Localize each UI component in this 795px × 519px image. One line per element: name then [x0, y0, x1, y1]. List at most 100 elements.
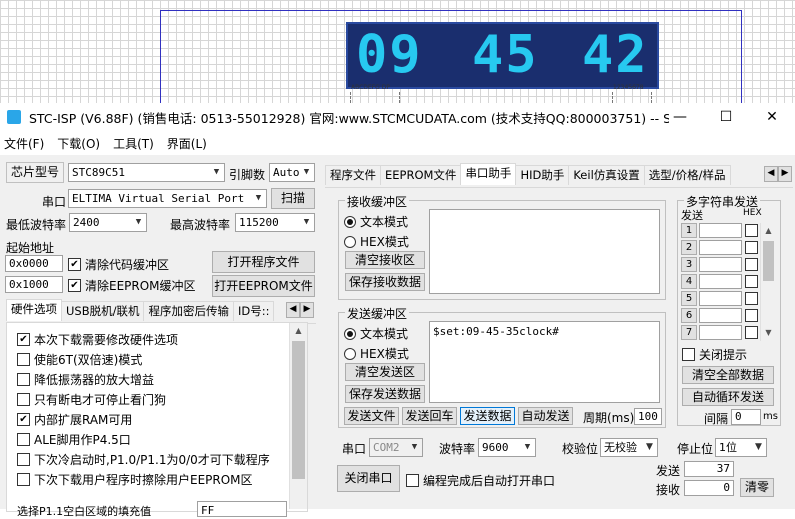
auto-send-button[interactable]: 自动发送 [518, 407, 573, 425]
parity-select[interactable]: 无校验 ▼ [600, 438, 658, 457]
left-tab-strip: 硬件选项 USB脱机/联机 程序加密后传输 ID号:: [6, 299, 316, 324]
tab-hardware-options[interactable]: 硬件选项 [6, 299, 62, 321]
clear-send-button[interactable]: 清空发送区 [345, 363, 425, 381]
multi-send-row-button[interactable]: 4 [681, 274, 697, 289]
multi-send-hex-checkbox[interactable] [745, 275, 758, 288]
menu-tools[interactable]: 工具(T) [113, 135, 154, 152]
tab-hid-assistant[interactable]: HID助手 [515, 165, 570, 185]
multi-send-row-button[interactable]: 5 [681, 291, 697, 306]
auto-open-port-checkbox[interactable]: 编程完成后自动打开串口 [406, 472, 555, 489]
send-data-button[interactable]: 发送数据 [460, 407, 515, 425]
hardware-option-checkbox[interactable]: 只有断电才可停止看门狗 [17, 391, 166, 408]
code-address-input[interactable]: 0x0000 [5, 255, 63, 272]
tab-scroll-left-icon[interactable]: ◀ [286, 302, 300, 318]
scroll-up-icon[interactable]: ▲ [290, 323, 307, 339]
fill-value-select[interactable]: FF [197, 501, 287, 517]
close-hint-label: 关闭提示 [699, 348, 748, 362]
maximize-button[interactable]: ☐ [703, 103, 749, 131]
reset-counter-button[interactable]: 清零 [740, 478, 774, 497]
scroll-up-icon[interactable]: ▲ [761, 223, 776, 239]
min-baud-select[interactable]: 2400 ▼ [69, 213, 147, 232]
right-tab-scroll-left-icon[interactable]: ◀ [764, 166, 778, 182]
multi-send-row-input[interactable] [699, 291, 742, 306]
eeprom-address-input[interactable]: 0x1000 [5, 276, 63, 293]
tab-usb-offline[interactable]: USB脱机/联机 [61, 301, 145, 321]
multi-send-row-button[interactable]: 1 [681, 223, 697, 238]
menu-interface[interactable]: 界面(L) [167, 135, 207, 152]
multi-send-hex-checkbox[interactable] [745, 224, 758, 237]
multi-send-hex-checkbox[interactable] [745, 309, 758, 322]
multi-send-hex-checkbox[interactable] [745, 241, 758, 254]
menu-file[interactable]: 文件(F) [4, 135, 44, 152]
multi-send-row-button[interactable]: 7 [681, 325, 697, 340]
clear-all-data-button[interactable]: 清空全部数据 [682, 366, 774, 384]
clear-code-buffer-checkbox[interactable]: ✔ 清除代码缓冲区 [68, 256, 169, 273]
multi-send-row-input[interactable] [699, 274, 742, 289]
tab-serial-assistant[interactable]: 串口助手 [460, 163, 517, 185]
hardware-option-checkbox[interactable]: ✔ 本次下载需要修改硬件选项 [17, 331, 178, 348]
multi-send-row-button[interactable]: 2 [681, 240, 697, 255]
title-bar[interactable]: STC-ISP (V6.88F) (销售电话: 0513-55012928) 官… [0, 103, 795, 131]
right-tab-scroll-right-icon[interactable]: ▶ [778, 166, 792, 182]
multi-send-row-button[interactable]: 6 [681, 308, 697, 323]
send-enter-button[interactable]: 发送回车 [402, 407, 457, 425]
multi-send-row-input[interactable] [699, 223, 742, 238]
close-button[interactable]: ✕ [749, 103, 795, 131]
auto-loop-send-button[interactable]: 自动循环发送 [682, 388, 774, 406]
baud-rate-select[interactable]: 9600 ▼ [478, 438, 536, 457]
tab-selection-price[interactable]: 选型/价格/样品 [643, 165, 731, 185]
hardware-option-checkbox[interactable]: 降低振荡器的放大增益 [17, 371, 154, 388]
minimize-button[interactable]: — [657, 103, 703, 131]
tab-keil-settings[interactable]: Keil仿真设置 [568, 165, 645, 185]
menu-download[interactable]: 下载(O) [57, 135, 100, 152]
max-baud-select[interactable]: 115200 ▼ [235, 213, 315, 232]
stop-bits-select[interactable]: 1位 ▼ [715, 438, 767, 457]
pin-count-select[interactable]: Auto ▼ [269, 163, 315, 182]
multi-send-hex-checkbox[interactable] [745, 258, 758, 271]
receive-text-mode-radio[interactable]: 文本模式 [344, 213, 408, 230]
hardware-option-checkbox[interactable]: 使能6T(双倍速)模式 [17, 351, 142, 368]
tab-id-number[interactable]: ID号:: [232, 301, 275, 321]
serial-port-select[interactable]: ELTIMA Virtual Serial Port (C(▼ [68, 189, 267, 208]
tab-scroll-right-icon[interactable]: ▶ [300, 302, 314, 318]
hardware-option-checkbox[interactable]: 下次下载用户程序时擦除用户EEPROM区 [17, 471, 253, 488]
receive-text-area[interactable] [429, 209, 660, 294]
chip-type-select[interactable]: STC89C51 ▼ [68, 163, 225, 182]
multi-string-scrollbar[interactable]: ▲ ▼ [760, 223, 776, 341]
period-label: 周期(ms) [583, 411, 635, 425]
hardware-option-checkbox[interactable]: ✔ 内部扩展RAM可用 [17, 411, 132, 428]
hardware-option-checkbox[interactable]: ALE脚用作P4.5口 [17, 431, 131, 448]
close-hint-checkbox[interactable]: 关闭提示 [682, 346, 747, 363]
scan-button[interactable]: 扫描 [271, 188, 315, 209]
receive-hex-mode-radio[interactable]: HEX模式 [344, 233, 409, 250]
save-receive-button[interactable]: 保存接收数据 [345, 273, 425, 291]
clear-receive-button[interactable]: 清空接收区 [345, 251, 425, 269]
send-text-area[interactable]: $set:09-45-35clock# [429, 321, 660, 403]
save-send-button[interactable]: 保存发送数据 [345, 385, 425, 403]
send-hex-mode-radio[interactable]: HEX模式 [344, 345, 409, 362]
com-port-select[interactable]: COM2 ▼ [369, 438, 423, 457]
scrollbar-thumb[interactable] [763, 241, 774, 281]
period-input[interactable]: 100 [634, 408, 662, 425]
send-text-mode-radio[interactable]: 文本模式 [344, 325, 408, 342]
multi-send-row-input[interactable] [699, 257, 742, 272]
close-serial-port-button[interactable]: 关闭串口 [337, 465, 400, 492]
clear-eeprom-buffer-checkbox[interactable]: ✔ 清除EEPROM缓冲区 [68, 277, 196, 294]
tab-eeprom-file[interactable]: EEPROM文件 [380, 165, 462, 185]
hardware-option-checkbox[interactable]: 下次冷启动时,P1.0/P1.1为0/0才可下载程序 [17, 451, 270, 468]
multi-send-row-input[interactable] [699, 308, 742, 323]
send-file-button[interactable]: 发送文件 [344, 407, 399, 425]
interval-input[interactable]: 0 [731, 409, 761, 425]
scroll-down-icon[interactable]: ▼ [761, 325, 776, 341]
multi-send-hex-checkbox[interactable] [745, 326, 758, 339]
open-eeprom-file-button[interactable]: 打开EEPROM文件 [212, 275, 315, 297]
open-program-file-button[interactable]: 打开程序文件 [212, 251, 315, 273]
options-scrollbar[interactable]: ▲ [289, 323, 307, 509]
tab-encrypted-transfer[interactable]: 程序加密后传输 [143, 301, 234, 321]
multi-send-row-input[interactable] [699, 325, 742, 340]
multi-send-hex-checkbox[interactable] [745, 292, 758, 305]
scrollbar-thumb[interactable] [292, 341, 305, 479]
tab-program-file[interactable]: 程序文件 [325, 165, 381, 185]
multi-send-row-input[interactable] [699, 240, 742, 255]
multi-send-row-button[interactable]: 3 [681, 257, 697, 272]
